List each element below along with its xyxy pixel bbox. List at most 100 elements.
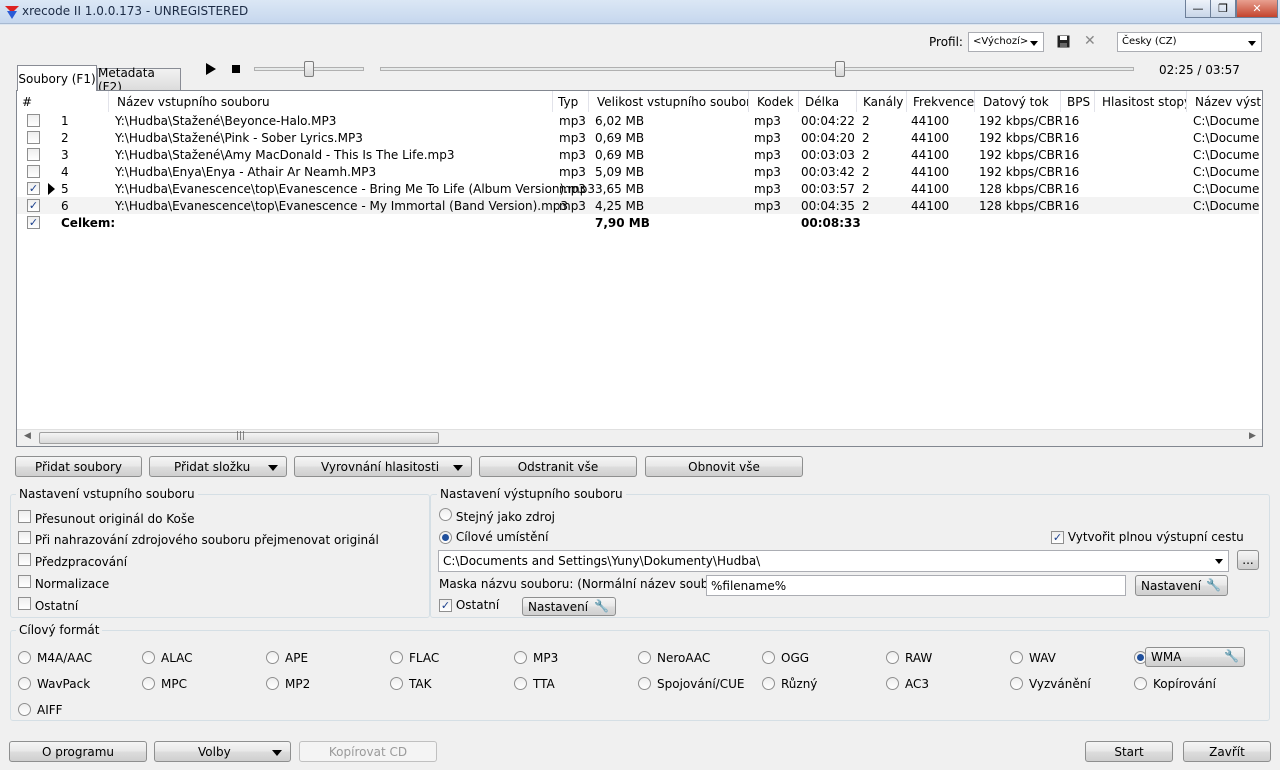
format-option[interactable]: AIFF xyxy=(18,702,63,717)
about-button[interactable]: O programu xyxy=(9,741,147,762)
add-folder-button[interactable]: Přidat složku xyxy=(149,456,287,477)
radio-button[interactable] xyxy=(886,677,899,690)
radio-button[interactable] xyxy=(18,703,31,716)
radio-button[interactable] xyxy=(266,651,279,664)
row-checkbox[interactable] xyxy=(27,114,40,127)
row-checkbox[interactable]: ✓ xyxy=(27,182,40,195)
column-header[interactable]: Délka xyxy=(799,91,857,112)
row-checkbox[interactable] xyxy=(27,148,40,161)
table-row[interactable]: 1 Y:\Hudba\Stažené\Beyonce-Halo.MP3 mp3 6,0… xyxy=(17,112,1259,129)
column-header[interactable]: Kodek xyxy=(749,91,799,112)
options-button[interactable]: Volby xyxy=(154,741,291,762)
table-row[interactable]: 4 Y:\Hudba\Enya\Enya - Athair Ar Neamh.MP… xyxy=(17,163,1259,180)
radio-button[interactable] xyxy=(390,677,403,690)
format-option[interactable]: Spojování/CUE xyxy=(638,676,744,691)
checkbox[interactable]: ✓ xyxy=(439,599,452,612)
volume-slider-thumb[interactable] xyxy=(304,61,314,77)
format-option[interactable]: MP2 xyxy=(266,676,310,691)
row-checkbox[interactable] xyxy=(27,131,40,144)
radio-button[interactable] xyxy=(1134,677,1147,690)
filename-mask-input[interactable]: %filename% xyxy=(706,575,1126,596)
scroll-right-icon[interactable]: ▶ xyxy=(1249,431,1256,441)
format-option[interactable]: TTA xyxy=(514,676,555,691)
radio-button[interactable] xyxy=(18,651,31,664)
format-option[interactable]: WavPack xyxy=(18,676,90,691)
format-option[interactable]: Různý xyxy=(762,676,817,691)
scroll-left-icon[interactable]: ◀ xyxy=(24,431,31,441)
column-header[interactable]: Datový tok xyxy=(975,91,1061,112)
column-header[interactable]: Název výstu xyxy=(1187,91,1262,112)
format-option[interactable]: WMA 🔧 xyxy=(1134,647,1245,667)
close-window-button[interactable]: ✕ xyxy=(1236,0,1278,18)
volume-normalize-button[interactable]: Vyrovnání hlasitosti xyxy=(294,456,472,477)
format-option[interactable]: TAK xyxy=(390,676,431,691)
radio-button[interactable] xyxy=(1010,651,1023,664)
browse-button[interactable]: ... xyxy=(1237,550,1259,570)
column-header[interactable]: Kanály xyxy=(857,91,907,112)
table-row[interactable]: 3 Y:\Hudba\Stažené\Amy MacDonald - This I… xyxy=(17,146,1259,163)
output-path-select[interactable]: C:\Documents and Settings\Yuny\Dokumenty… xyxy=(438,550,1229,572)
input-option[interactable]: Při nahrazování zdrojového souboru přejm… xyxy=(18,531,379,547)
checkbox[interactable] xyxy=(18,531,31,544)
stop-icon[interactable] xyxy=(232,65,240,73)
format-option[interactable]: AC3 xyxy=(886,676,929,691)
column-header[interactable]: BPS xyxy=(1061,91,1095,112)
tab-files[interactable]: Soubory (F1) xyxy=(17,65,97,91)
input-option[interactable]: Ostatní xyxy=(18,597,78,613)
same-as-source-option[interactable]: Stejný jako zdroj xyxy=(439,508,555,524)
format-option[interactable]: M4A/AAC xyxy=(18,650,92,665)
column-header[interactable]: Typ xyxy=(553,91,589,112)
format-option[interactable]: APE xyxy=(266,650,308,665)
column-header[interactable]: Velikost vstupního souboru xyxy=(589,91,749,112)
format-option[interactable]: ALAC xyxy=(142,650,193,665)
format-option[interactable]: WAV xyxy=(1010,650,1056,665)
format-option[interactable]: Vyzvánění xyxy=(1010,676,1091,691)
other-settings-button[interactable]: Nastavení 🔧 xyxy=(522,597,616,616)
remove-all-button[interactable]: Odstranit vše xyxy=(479,456,637,477)
tab-metadata[interactable]: Metadata (F2) xyxy=(97,66,181,94)
seek-slider-thumb[interactable] xyxy=(835,61,845,77)
horizontal-scrollbar[interactable]: ◀ ||| ▶ xyxy=(17,429,1262,446)
row-checkbox[interactable]: ✓ xyxy=(27,199,40,212)
radio-button[interactable] xyxy=(18,677,31,690)
radio-button[interactable] xyxy=(142,651,155,664)
mask-settings-button[interactable]: Nastavení 🔧 xyxy=(1135,575,1228,596)
full-path-option[interactable]: ✓ Vytvořit plnou výstupní cestu xyxy=(1051,530,1244,544)
input-option[interactable]: Přesunout originál do Koše xyxy=(18,510,195,526)
column-header[interactable]: Název vstupního souboru xyxy=(109,91,553,112)
table-row[interactable]: ✓ 5 Y:\Hudba\Evanescence\top\Evanescence -… xyxy=(17,180,1259,197)
output-other-option[interactable]: ✓ Ostatní xyxy=(439,598,499,612)
add-files-button[interactable]: Přidat soubory xyxy=(15,456,142,477)
format-option[interactable]: OGG xyxy=(762,650,809,665)
table-row[interactable]: ✓ 6 Y:\Hudba\Evanescence\top\Evanescence -… xyxy=(17,197,1259,214)
checkbox[interactable] xyxy=(18,553,31,566)
input-option[interactable]: Předzpracování xyxy=(18,553,127,569)
radio-button[interactable] xyxy=(390,651,403,664)
radio-button[interactable] xyxy=(1010,677,1023,690)
checkbox[interactable] xyxy=(18,575,31,588)
format-option[interactable]: MP3 xyxy=(514,650,558,665)
start-button[interactable]: Start xyxy=(1085,741,1173,762)
scrollbar-thumb[interactable]: ||| xyxy=(39,431,439,444)
format-option[interactable]: Kopírování xyxy=(1134,676,1216,691)
radio-button[interactable] xyxy=(762,677,775,690)
format-option[interactable]: RAW xyxy=(886,650,932,665)
format-option[interactable]: MPC xyxy=(142,676,187,691)
file-list[interactable]: # Název vstupního souboru Typ Velikost v… xyxy=(16,90,1263,447)
format-settings-button[interactable]: WMA 🔧 xyxy=(1145,647,1245,667)
row-checkbox[interactable] xyxy=(27,165,40,178)
checkbox[interactable] xyxy=(18,510,31,523)
radio-button[interactable] xyxy=(142,677,155,690)
column-header[interactable]: Hlasitost stopy xyxy=(1095,91,1187,112)
radio-button[interactable] xyxy=(266,677,279,690)
checkbox[interactable]: ✓ xyxy=(1051,531,1064,544)
table-row[interactable]: 2 Y:\Hudba\Stažené\Pink - Sober Lyrics.MP… xyxy=(17,129,1259,146)
column-header[interactable]: Frekvence xyxy=(907,91,975,112)
radio-button[interactable] xyxy=(638,651,651,664)
format-option[interactable]: NeroAAC xyxy=(638,650,710,665)
radio-button[interactable] xyxy=(886,651,899,664)
target-location-option[interactable]: Cílové umístění xyxy=(439,530,548,544)
delete-profile-icon[interactable]: ✕ xyxy=(1084,33,1096,49)
maximize-button[interactable]: ❐ xyxy=(1210,0,1236,18)
language-select[interactable]: Česky (CZ) xyxy=(1117,32,1262,52)
